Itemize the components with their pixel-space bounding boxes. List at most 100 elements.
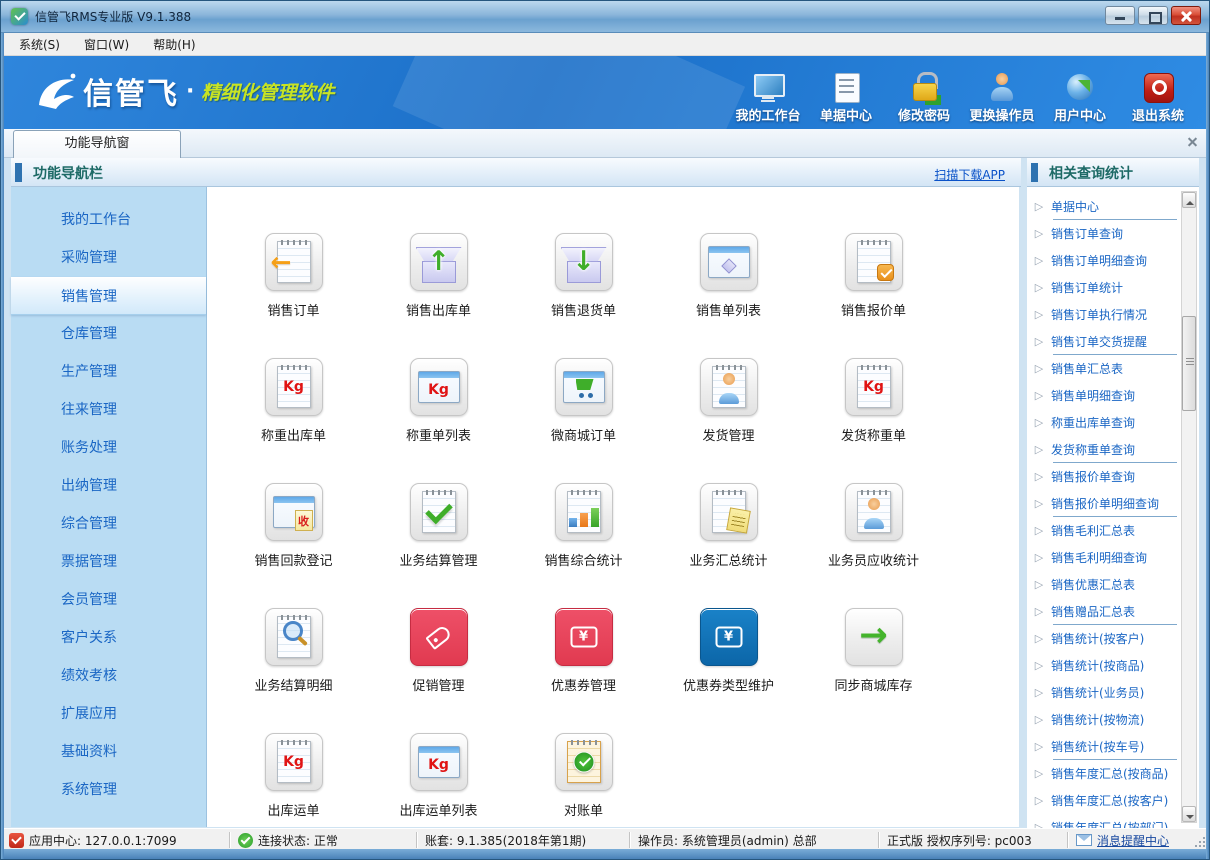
query-link[interactable]: ▷ 销售订单查询	[1027, 220, 1199, 247]
message-center-link[interactable]: 消息提醒中心	[1097, 832, 1169, 849]
grid-item-outbound-waybill-list[interactable]: Kg 出库运单列表	[366, 733, 511, 827]
sidebar-item-performance[interactable]: 绩效考核	[11, 657, 206, 695]
grid-item-salesman-receivable[interactable]: 业务员应收统计	[801, 483, 946, 608]
query-link-label: 销售报价单查询	[1051, 468, 1135, 485]
sidebar-item-production[interactable]: 生产管理	[11, 353, 206, 391]
triangle-marker-icon: ▷	[1027, 686, 1051, 699]
query-link[interactable]: ▷ 单据中心	[1027, 193, 1199, 220]
query-link[interactable]: ▷ 销售年度汇总(按部门)	[1027, 814, 1199, 828]
query-link[interactable]: ▷ 销售单明细查询	[1027, 382, 1199, 409]
close-button[interactable]	[1171, 6, 1201, 25]
grid-item-label: 销售退货单	[551, 300, 616, 319]
menu-help[interactable]: 帮助(H)	[141, 33, 207, 56]
grid-item-sync-mall-inventory[interactable]: → 同步商城库存	[801, 608, 946, 733]
grid-item-sales-order[interactable]: ← 销售订单	[221, 233, 366, 358]
tabstrip-close-icon[interactable]	[1186, 136, 1199, 149]
grid-item-shipment-weighing[interactable]: Kg 发货称重单	[801, 358, 946, 483]
query-link-label: 发货称重单查询	[1051, 441, 1135, 458]
sidebar-item-customer-relations[interactable]: 客户关系	[11, 619, 206, 657]
minimize-button[interactable]	[1105, 6, 1135, 25]
scrollbar-thumb[interactable]	[1182, 316, 1196, 411]
sidebar-item-label: 综合管理	[61, 516, 117, 532]
grid-item-business-summary[interactable]: 业务汇总统计	[656, 483, 801, 608]
query-link[interactable]: ▷ 销售年度汇总(按商品)	[1027, 760, 1199, 787]
scan-download-app-link[interactable]: 扫描下载APP	[934, 166, 1005, 183]
tool-exit-system[interactable]: 退出系统	[1119, 71, 1197, 124]
sidebar-item-comprehensive[interactable]: 综合管理	[11, 505, 206, 543]
sidebar-item-membership[interactable]: 会员管理	[11, 581, 206, 619]
sidebar-item-accounting[interactable]: 账务处理	[11, 429, 206, 467]
grid-item-statement[interactable]: 对账单	[511, 733, 656, 827]
query-link[interactable]: ▷ 销售统计(按商品)	[1027, 652, 1199, 679]
scroll-up-icon[interactable]	[1182, 192, 1196, 208]
tool-change-password[interactable]: 修改密码	[885, 71, 963, 124]
grid-item-sales-statistics[interactable]: 销售综合统计	[511, 483, 656, 608]
grid-item-settlement-management[interactable]: 业务结算管理	[366, 483, 511, 608]
restore-button[interactable]	[1138, 6, 1168, 25]
query-link[interactable]: ▷ 称重出库单查询	[1027, 409, 1199, 436]
window-frame-bottom	[1, 849, 1209, 859]
brand-name: 信管飞	[83, 69, 179, 113]
query-panel-scrollbar[interactable]	[1181, 191, 1197, 823]
sidebar-item-label: 仓库管理	[61, 326, 117, 342]
grid-item-weighing-outbound[interactable]: Kg 称重出库单	[221, 358, 366, 483]
menu-system[interactable]: 系统(S)	[7, 33, 72, 56]
query-link[interactable]: ▷ 销售单汇总表	[1027, 355, 1199, 382]
grid-item-sales-return[interactable]: ↓ 销售退货单	[511, 233, 656, 358]
business-summary-note-icon	[700, 483, 758, 541]
triangle-marker-icon: ▷	[1027, 740, 1051, 753]
sidebar-item-warehouse[interactable]: 仓库管理	[11, 315, 206, 353]
sidebar-item-purchase[interactable]: 采购管理	[11, 239, 206, 277]
query-link[interactable]: ▷ 销售订单执行情况	[1027, 301, 1199, 328]
query-link[interactable]: ▷ 发货称重单查询	[1027, 436, 1199, 463]
sidebar-item-label: 往来管理	[61, 402, 117, 418]
grid-item-outbound-waybill[interactable]: Kg 出库运单	[221, 733, 366, 827]
triangle-marker-icon: ▷	[1027, 578, 1051, 591]
query-link[interactable]: ▷ 销售统计(按物流)	[1027, 706, 1199, 733]
query-link[interactable]: ▷ 销售年度汇总(按客户)	[1027, 787, 1199, 814]
tool-my-workbench[interactable]: 我的工作台	[729, 71, 807, 124]
query-link[interactable]: ▷ 销售毛利明细查询	[1027, 544, 1199, 571]
sidebar-item-extensions[interactable]: 扩展应用	[11, 695, 206, 733]
grid-item-settlement-detail[interactable]: 业务结算明细	[221, 608, 366, 733]
grid-item-promotion-management[interactable]: 促销管理	[366, 608, 511, 733]
sidebar-item-system[interactable]: 系统管理	[11, 771, 206, 809]
sidebar-item-transactions[interactable]: 往来管理	[11, 391, 206, 429]
sidebar-item-bills[interactable]: 票据管理	[11, 543, 206, 581]
grid-item-weighing-list[interactable]: Kg 称重单列表	[366, 358, 511, 483]
query-link[interactable]: ▷ 销售订单交货提醒	[1027, 328, 1199, 355]
grid-item-coupon-management[interactable]: ¥ 优惠券管理	[511, 608, 656, 733]
scroll-down-icon[interactable]	[1182, 806, 1196, 822]
sidebar-item-basic-data[interactable]: 基础资料	[11, 733, 206, 771]
query-link[interactable]: ▷ 销售统计(按客户)	[1027, 625, 1199, 652]
query-link[interactable]: ▷ 销售赠品汇总表	[1027, 598, 1199, 625]
tab-function-navigation[interactable]: 功能导航窗	[13, 130, 181, 158]
icon-badge	[726, 507, 751, 533]
query-link[interactable]: ▷ 销售毛利汇总表	[1027, 517, 1199, 544]
query-link[interactable]: ▷ 销售统计(按车号)	[1027, 733, 1199, 760]
grid-item-label: 业务结算明细	[254, 675, 332, 694]
query-link[interactable]: ▷ 销售订单明细查询	[1027, 247, 1199, 274]
grid-item-sales-outbound[interactable]: ↑ 销售出库单	[366, 233, 511, 358]
query-link[interactable]: ▷ 销售优惠汇总表	[1027, 571, 1199, 598]
tool-user-center[interactable]: 用户中心	[1041, 71, 1119, 124]
grid-item-shipment-management[interactable]: 发货管理	[656, 358, 801, 483]
query-link[interactable]: ▷ 销售报价单明细查询	[1027, 490, 1199, 517]
menu-window[interactable]: 窗口(W)	[72, 33, 141, 56]
grid-item-payment-registration[interactable]: 收 销售回款登记	[221, 483, 366, 608]
grid-item-micro-mall-order[interactable]: 微商城订单	[511, 358, 656, 483]
tool-switch-operator[interactable]: 更换操作员	[963, 71, 1041, 124]
resize-grip[interactable]	[1194, 836, 1206, 848]
query-link[interactable]: ▷ 销售报价单查询	[1027, 463, 1199, 490]
grid-item-sales-quotation[interactable]: 销售报价单	[801, 233, 946, 358]
query-link-label: 销售统计(按商品)	[1051, 657, 1144, 674]
sidebar-item-sales[interactable]: 销售管理	[11, 277, 206, 315]
grid-item-sales-order-list[interactable]: 销售单列表	[656, 233, 801, 358]
sidebar-item-cashier[interactable]: 出纳管理	[11, 467, 206, 505]
tool-document-center[interactable]: 单据中心	[807, 71, 885, 124]
query-link[interactable]: ▷ 销售订单统计	[1027, 274, 1199, 301]
grid-item-coupon-type[interactable]: ¥ 优惠券类型维护	[656, 608, 801, 733]
query-link[interactable]: ▷ 销售统计(业务员)	[1027, 679, 1199, 706]
sidebar-item-my-workbench[interactable]: 我的工作台	[11, 201, 206, 239]
weighing-list-kg-icon: Kg	[410, 358, 468, 416]
